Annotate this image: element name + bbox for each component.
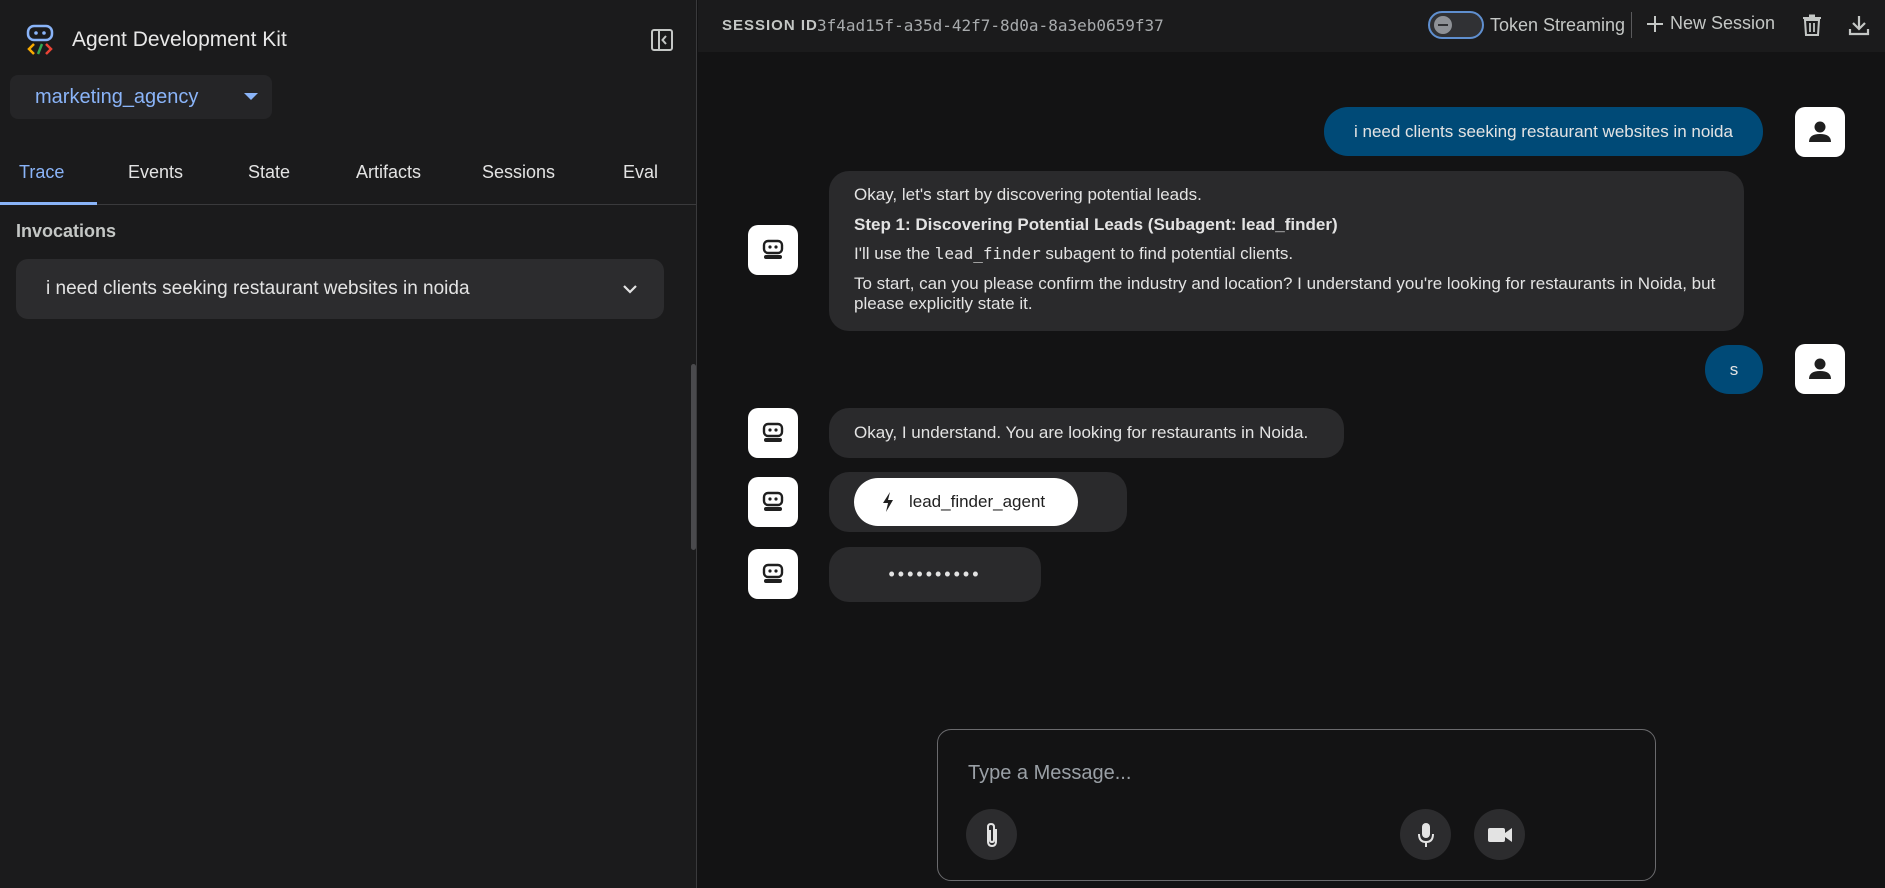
side-panel: Agent Development Kit marketing_agency T… xyxy=(0,0,697,888)
tab-eval[interactable]: Eval xyxy=(623,162,658,183)
invocation-item-label: i need clients seeking restaurant websit… xyxy=(46,278,470,299)
user-message-text: i need clients seeking restaurant websit… xyxy=(1354,121,1733,141)
tab-sessions[interactable]: Sessions xyxy=(482,162,555,183)
token-streaming-toggle[interactable] xyxy=(1428,11,1484,39)
active-tab-indicator xyxy=(0,202,97,205)
message-input[interactable] xyxy=(968,758,1628,788)
dropdown-caret-icon xyxy=(244,93,258,100)
function-call-chip[interactable]: lead_finder_agent xyxy=(854,478,1078,526)
function-call-name: lead_finder_agent xyxy=(909,492,1046,511)
token-streaming-label: Token Streaming xyxy=(1490,15,1626,35)
video-camera-icon xyxy=(1487,827,1512,842)
trash-icon xyxy=(1803,14,1821,36)
bot-message-text: Okay, I understand. You are looking for … xyxy=(854,423,1309,442)
invocation-item[interactable]: i need clients seeking restaurant websit… xyxy=(16,259,664,319)
bolt-icon xyxy=(883,492,893,512)
toolbar-divider xyxy=(1631,12,1632,38)
bot-message-step-heading: Step 1: Discovering Potential Leads (Sub… xyxy=(854,215,1338,234)
bot-message-line: Okay, let's start by discovering potenti… xyxy=(854,185,1202,204)
app-title: Agent Development Kit xyxy=(72,28,287,51)
user-avatar-icon xyxy=(1795,107,1845,157)
bot-avatar-icon xyxy=(748,408,798,458)
microphone-button[interactable] xyxy=(1400,809,1451,860)
chat-panel: SESSION ID 3f4ad15f-a35d-42f7-8d0a-8a3eb… xyxy=(698,0,1885,888)
sidebar-scrollbar[interactable] xyxy=(691,364,696,550)
bot-message-bubble: Okay, I understand. You are looking for … xyxy=(829,408,1344,458)
download-icon xyxy=(1848,16,1870,36)
user-avatar-icon xyxy=(1795,344,1845,394)
message-composer xyxy=(937,729,1656,881)
agent-selector-value: marketing_agency xyxy=(35,85,199,108)
adk-logo-icon xyxy=(24,22,56,58)
user-message-bubble: i need clients seeking restaurant websit… xyxy=(1324,107,1763,156)
delete-session-button[interactable] xyxy=(1799,12,1825,38)
tab-artifacts[interactable]: Artifacts xyxy=(356,162,421,183)
inline-code: lead_finder xyxy=(934,244,1041,263)
new-session-button[interactable]: New Session xyxy=(1646,13,1775,34)
session-id-value: 3f4ad15f-a35d-42f7-8d0a-8a3eb0659f37 xyxy=(817,16,1164,35)
collapse-sidebar-button[interactable] xyxy=(648,26,676,54)
tab-trace[interactable]: Trace xyxy=(19,162,64,183)
microphone-icon xyxy=(1417,822,1434,847)
typing-indicator: •••••••••• xyxy=(829,547,1041,602)
function-call-bubble: lead_finder_agent xyxy=(829,472,1127,532)
bot-message-bubble: Okay, let's start by discovering potenti… xyxy=(829,171,1744,331)
bot-avatar-icon xyxy=(748,477,798,527)
plus-icon xyxy=(1647,15,1663,32)
bot-message-line: To start, can you please confirm the ind… xyxy=(854,274,1716,313)
sidebar-tabs: Trace Events State Artifacts Sessions Ev… xyxy=(0,150,697,205)
chevron-down-icon xyxy=(623,285,637,294)
bot-avatar-icon xyxy=(748,549,798,599)
session-id-label: SESSION ID xyxy=(722,17,818,34)
typing-dots: •••••••••• xyxy=(888,564,982,584)
session-toolbar: SESSION ID 3f4ad15f-a35d-42f7-8d0a-8a3eb… xyxy=(698,0,1885,52)
user-message-text: s xyxy=(1729,359,1739,379)
agent-selector[interactable]: marketing_agency xyxy=(10,75,272,119)
toggle-knob xyxy=(1434,16,1452,34)
dock-left-icon xyxy=(651,29,673,51)
paperclip-icon xyxy=(986,822,997,847)
invocations-heading: Invocations xyxy=(16,221,117,241)
bot-message-line: I'll use the lead_finder subagent to fin… xyxy=(854,244,1294,263)
video-button[interactable] xyxy=(1474,809,1525,860)
tab-state[interactable]: State xyxy=(248,162,290,183)
user-message-bubble: s xyxy=(1705,345,1763,394)
bot-avatar-icon xyxy=(748,225,798,275)
download-session-button[interactable] xyxy=(1846,12,1872,38)
tab-events[interactable]: Events xyxy=(128,162,183,183)
attach-button[interactable] xyxy=(966,809,1017,860)
new-session-label: New Session xyxy=(1670,13,1776,33)
